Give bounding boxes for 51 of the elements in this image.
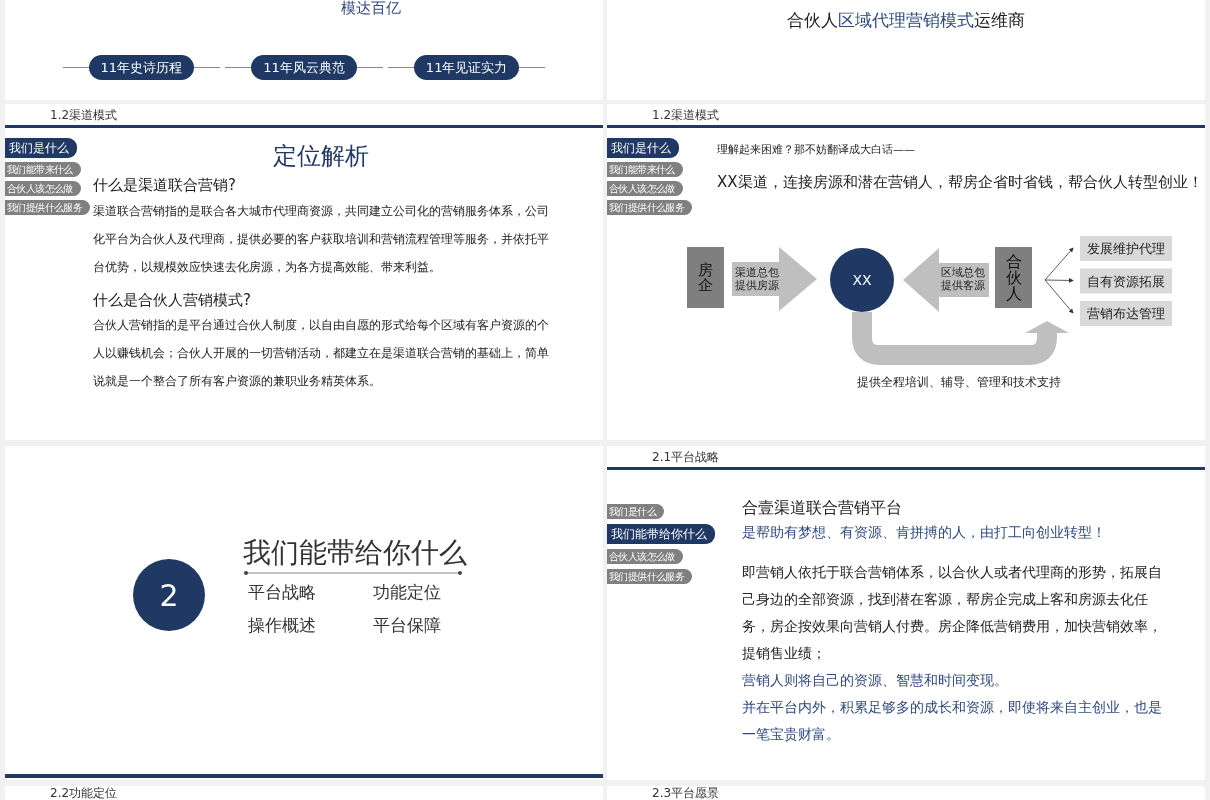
company-box: 房企 — [687, 247, 724, 308]
body-paragraph: 渠道联合营销指的是联合各大城市代理商资源，共同建立公司化的营销服务体系，公司化平台为合伙人及代理商，提供必要的客户获取培训和营销流程管理等服务，并依托平台优势，以规模效应快速去化房源，为各方提高效能、带来利益。 — [93, 202, 549, 276]
output-box: 发展维护代理 — [1080, 236, 1172, 261]
nav-item[interactable]: 我们能带来什么 — [5, 162, 81, 177]
body-paragraph: 即营销人依托于联合营销体系，以合伙人或者代理商的形势，拓展自己身边的全部资源，找到潜在客源，帮房企完成上客和房源去化任务，房企按效果向营销人付费。房企降低营销费用，加快营销效率，提销售业绩； — [742, 563, 1163, 663]
nav-item[interactable]: 合伙人该怎么做 — [607, 181, 683, 196]
slide-title: 合壹渠道联合营销平台 — [742, 497, 903, 519]
slide-subtitle: 是帮助有梦想、有资源、肯拼搏的人，由打工向创业转型！ — [742, 523, 1107, 542]
body-paragraph: 合伙人营销指的是平台通过合伙人制度，以自由自愿的形式给每个区域有客户资源的个人以赚钱机会；合伙人开展的一切营销活动，都建立在是渠道联合营销的基础上，简单说就是一个整合了所有客户资源的兼职业务精英体系。 — [93, 317, 549, 390]
slogan-text: XX渠道，连接房源和潜在营销人，帮房企省时省钱，帮合伙人转型创业！ — [717, 171, 1203, 193]
nav-item[interactable]: 我们提供什么服务 — [5, 200, 91, 215]
nav-item[interactable]: 我们是什么 — [607, 504, 664, 519]
topic-item: 功能定位 — [373, 581, 442, 604]
question-heading: 什么是渠道联合营销? — [93, 175, 237, 196]
milestone-pill: 11年风云典范 — [251, 54, 357, 80]
question-heading: 什么是合伙人营销模式? — [93, 289, 252, 311]
section-title: 2.1平台战略 — [652, 448, 720, 466]
section-title: 2.3平台愿景 — [651, 786, 721, 800]
section-title: 1.2渠道模式 — [652, 106, 720, 124]
hub-circle: XX — [830, 248, 894, 312]
body-paragraph: 并在平台内外，积累足够多的成长和资源，即使将来自主创业，也是一笔宝贵财富。 — [742, 698, 1163, 744]
arrow-label: 区域总包 提供客源 — [903, 248, 989, 312]
body-paragraph: 营销人则将自己的资源、智慧和时间变现。 — [742, 671, 1009, 690]
topic-item: 平台战略 — [248, 581, 317, 604]
title-text: 区域代理营销模式 — [838, 10, 974, 30]
slide-caption: 模达百亿 — [341, 0, 402, 19]
slide-title: 定位解析 — [272, 141, 370, 172]
title-text: 合伙人 — [787, 10, 838, 30]
nav-item[interactable]: 我们是什么 — [5, 138, 77, 158]
output-box: 营销布达管理 — [1080, 301, 1172, 326]
nav-item[interactable]: 我们提供什么服务 — [607, 200, 693, 215]
intro-text: 理解起来困难？那不妨翻译成大白话—— — [717, 142, 916, 158]
chapter-title: 我们能带给你什么 — [243, 536, 468, 570]
topic-item: 操作概述 — [248, 614, 317, 637]
output-box: 自有资源拓展 — [1080, 268, 1172, 294]
support-caption: 提供全程培训、辅导、管理和技术支持 — [857, 375, 1061, 389]
topic-item: 平台保障 — [373, 614, 442, 637]
section-title: 1.2渠道模式 — [50, 106, 118, 124]
nav-item[interactable]: 我们提供什么服务 — [607, 569, 693, 584]
milestone-pill: 11年见证实力 — [413, 54, 520, 80]
nav-item[interactable]: 我们是什么 — [607, 138, 679, 158]
nav-item[interactable]: 合伙人该怎么做 — [5, 181, 81, 196]
milestone-pill: 11年史诗历程 — [88, 54, 195, 80]
nav-item[interactable]: 我们能带给你什么 — [607, 524, 715, 544]
title-text: 运维商 — [974, 10, 1025, 30]
nav-item[interactable]: 合伙人该怎么做 — [607, 549, 683, 564]
partner-box: 合伙人 — [995, 247, 1032, 308]
arrow-label: 渠道总包 提供房源 — [732, 247, 817, 311]
nav-item[interactable]: 我们能带来什么 — [607, 162, 683, 177]
chapter-number: 2 — [133, 559, 205, 631]
section-title: 2.2功能定位 — [49, 786, 119, 800]
